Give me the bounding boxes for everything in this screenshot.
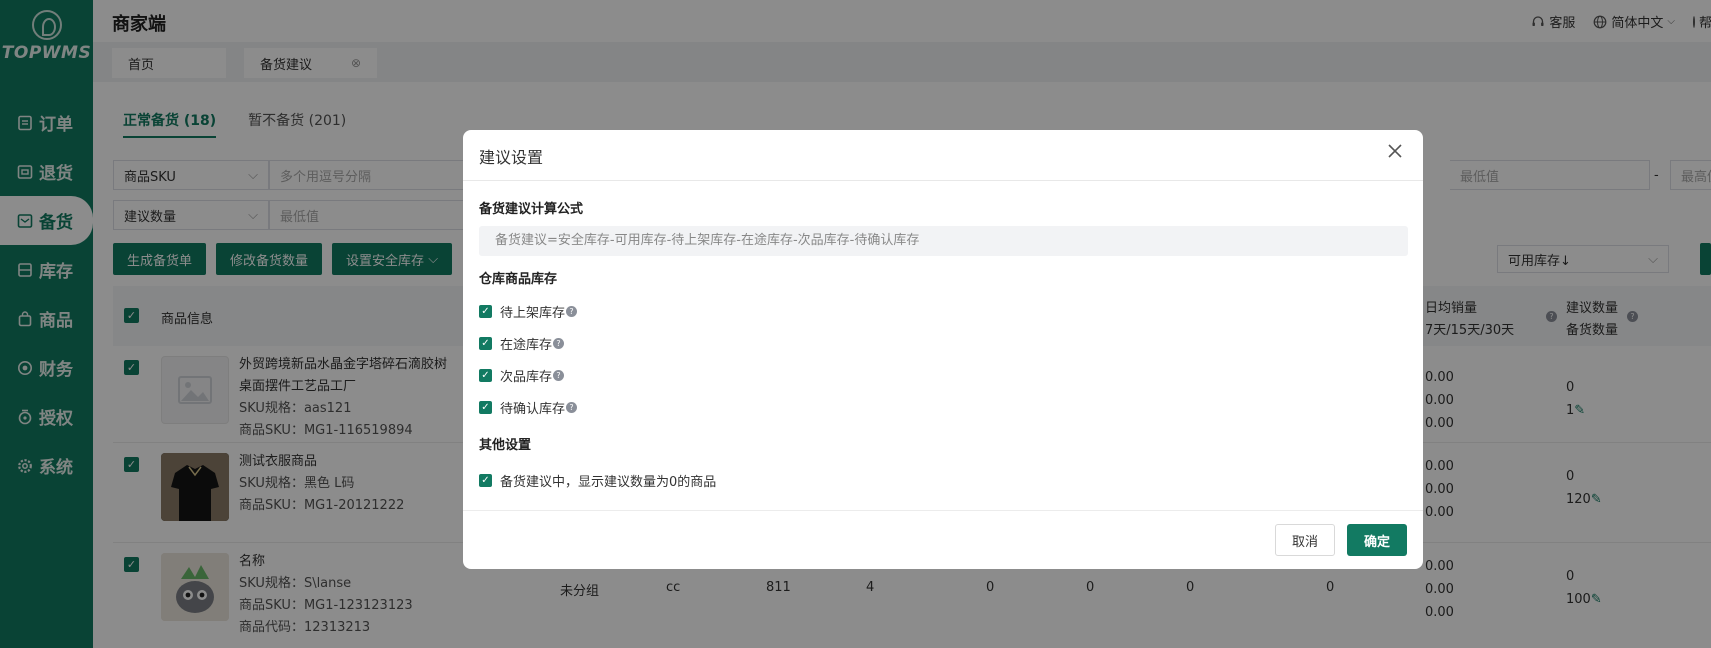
cancel-button[interactable]: 取消 xyxy=(1275,524,1335,556)
option-pending-confirm[interactable]: ✓ 待确认库存 ? xyxy=(479,398,578,417)
formula-text: 备货建议=安全库存-可用库存-待上架库存-在途库存-次品库存-待确认库存 xyxy=(479,226,1408,256)
dialog-divider xyxy=(463,180,1423,181)
option-in-transit[interactable]: ✓ 在途库存 ? xyxy=(479,334,565,353)
suggestion-settings-dialog: 建议设置 备货建议计算公式 备货建议=安全库存-可用库存-待上架库存-在途库存-… xyxy=(463,130,1423,569)
help-icon[interactable]: ? xyxy=(566,402,578,413)
option-show-zero[interactable]: ✓ 备货建议中，显示建议数量为0的商品 xyxy=(479,471,716,490)
option-pending-shelf[interactable]: ✓ 待上架库存 ? xyxy=(479,302,578,321)
option-checkbox[interactable]: ✓ xyxy=(479,401,492,414)
other-section-title: 其他设置 xyxy=(479,438,532,453)
help-icon[interactable]: ? xyxy=(566,306,578,317)
help-icon[interactable]: ? xyxy=(553,338,565,349)
dialog-title: 建议设置 xyxy=(479,148,544,167)
confirm-button[interactable]: 确定 xyxy=(1347,524,1407,556)
option-checkbox[interactable]: ✓ xyxy=(479,305,492,318)
option-checkbox[interactable]: ✓ xyxy=(479,474,492,487)
warehouse-section-title: 仓库商品库存 xyxy=(479,272,558,287)
dialog-footer-divider xyxy=(463,510,1423,511)
option-checkbox[interactable]: ✓ xyxy=(479,337,492,350)
close-icon[interactable] xyxy=(1385,142,1405,162)
help-icon[interactable]: ? xyxy=(553,370,565,381)
option-defective[interactable]: ✓ 次品库存 ? xyxy=(479,366,565,385)
option-checkbox[interactable]: ✓ xyxy=(479,369,492,382)
formula-section-title: 备货建议计算公式 xyxy=(479,202,584,217)
